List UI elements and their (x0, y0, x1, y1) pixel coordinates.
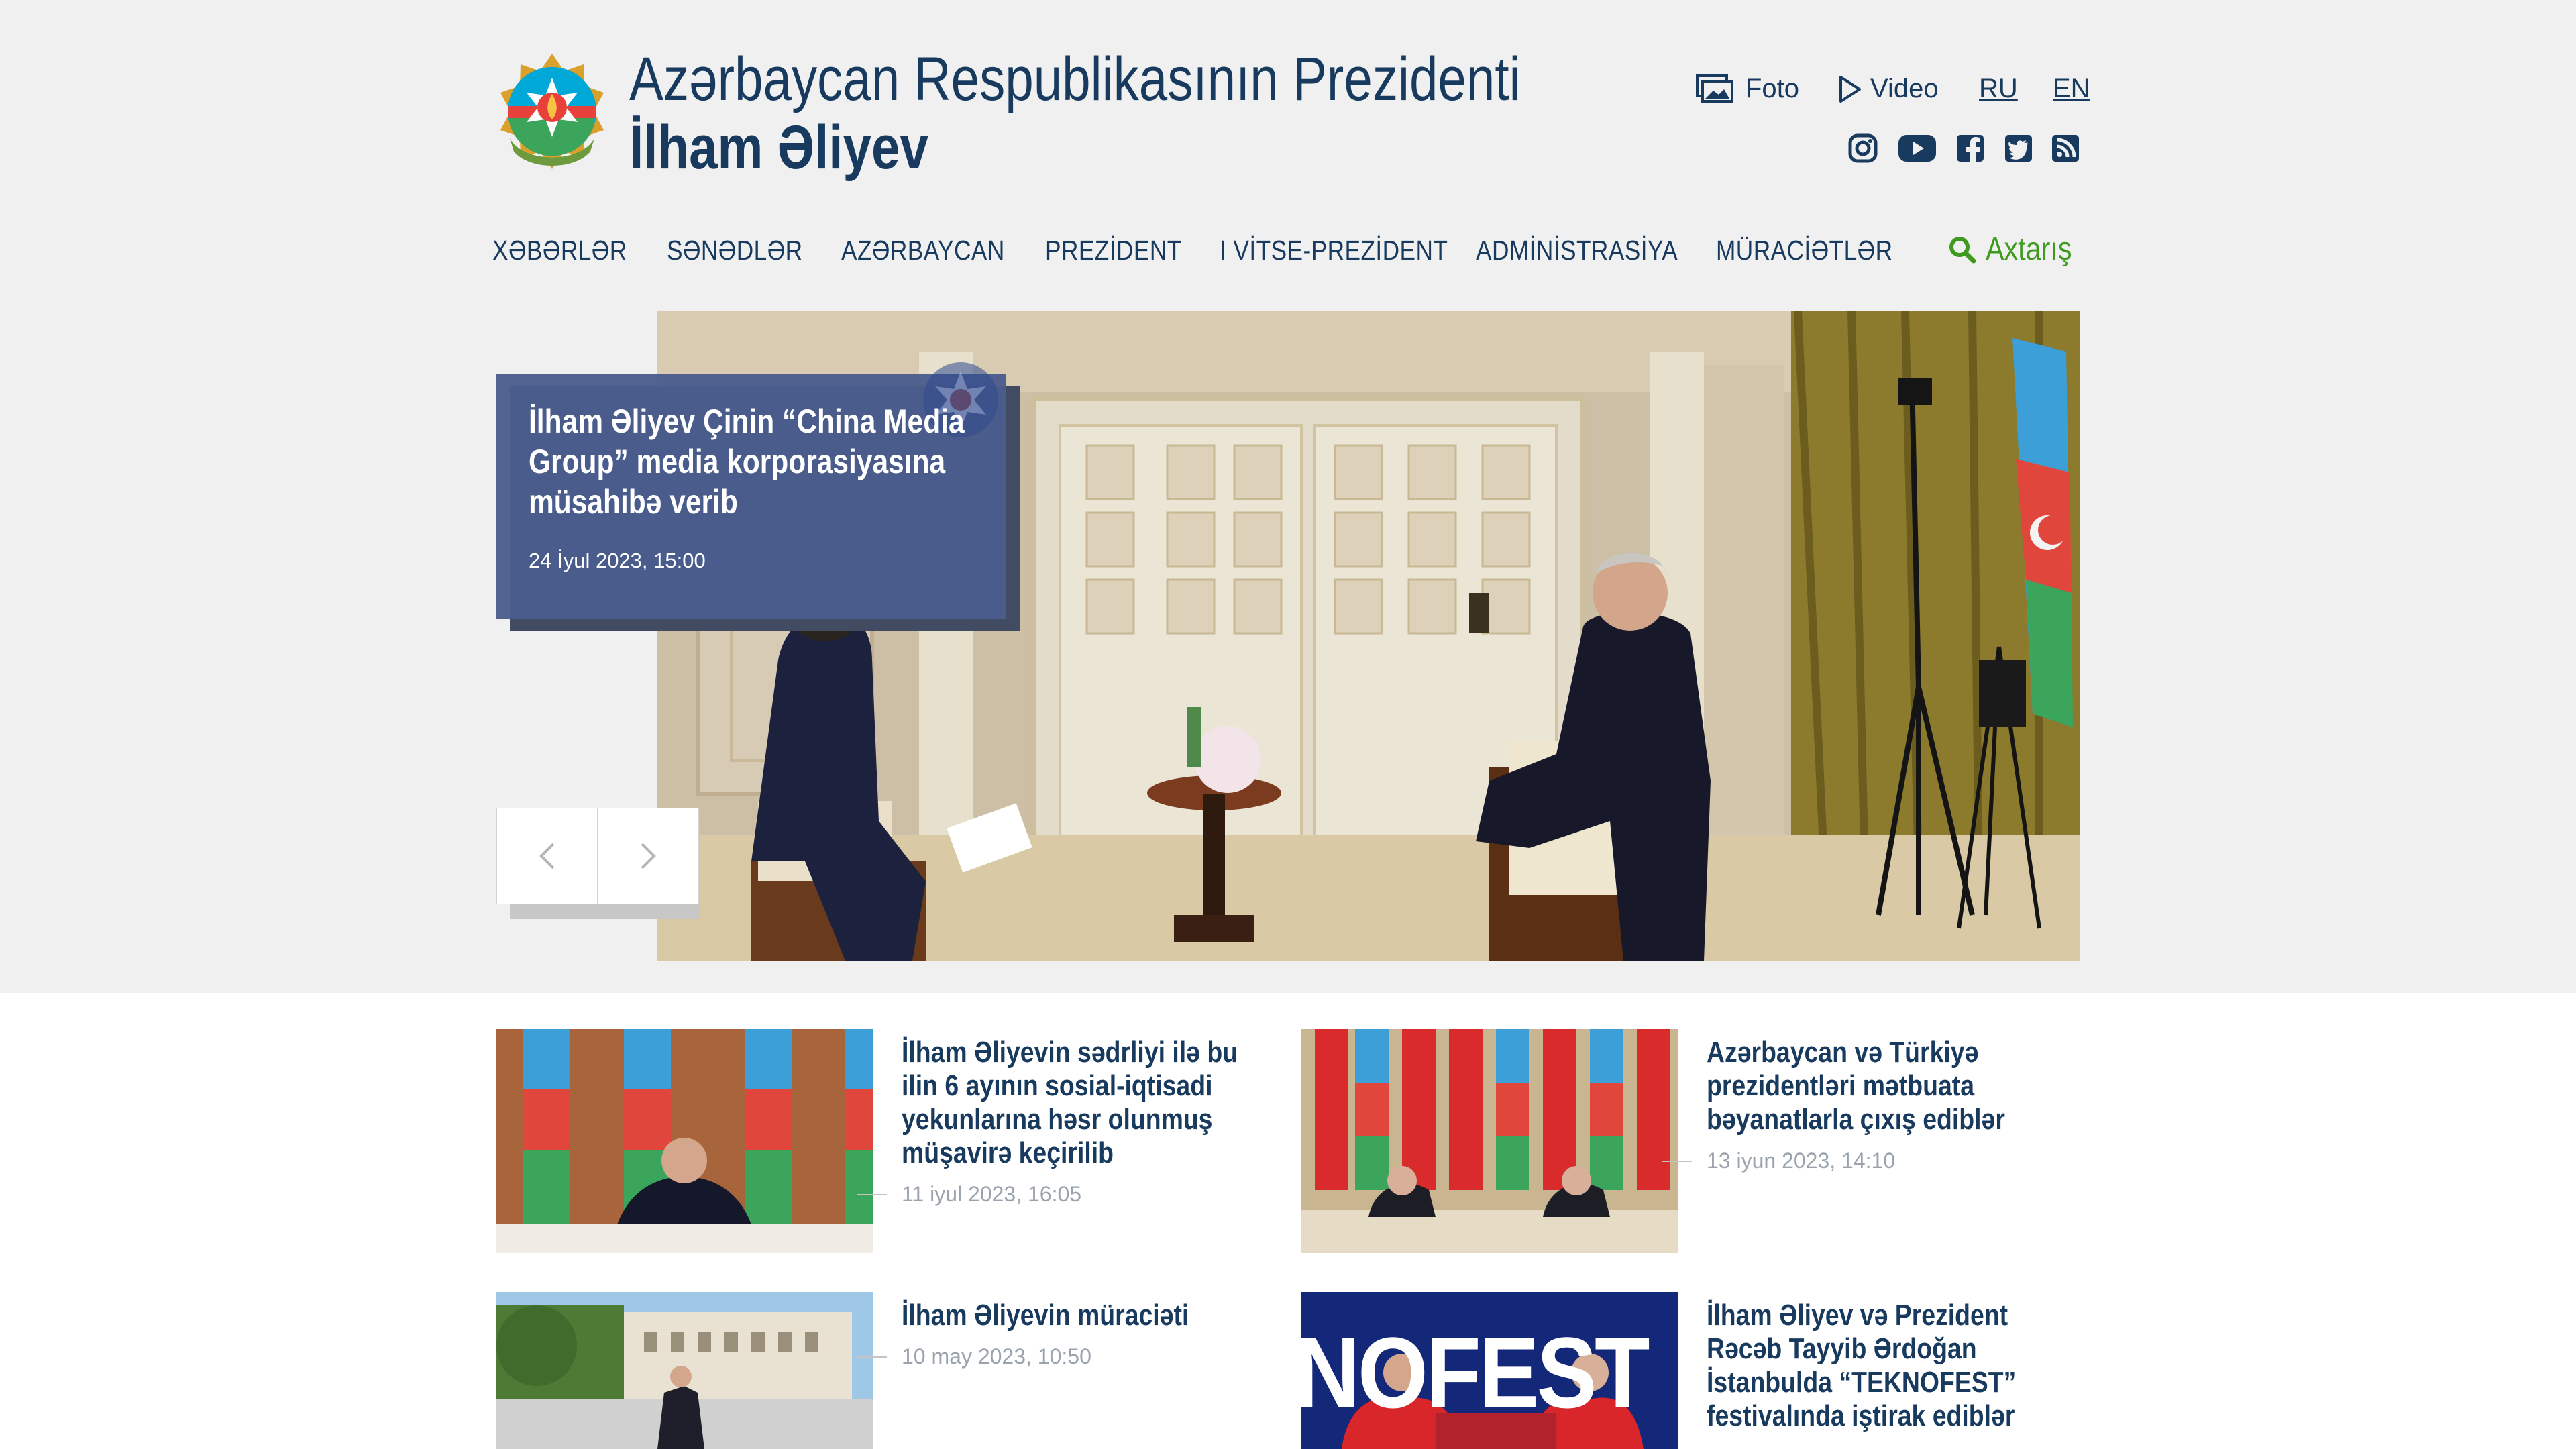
photo-link-label: Foto (1746, 74, 1800, 103)
video-link-label: Video (1870, 74, 1939, 103)
search-label: Axtarış (1986, 231, 2072, 267)
news-date: 13 iyun 2023, 14:10 (1707, 1148, 1896, 1173)
menu-item-president[interactable]: PREZİDENT (1045, 235, 1182, 266)
site-title[interactable]: Azərbaycan Respublikasının Prezidenti (629, 44, 1521, 115)
menu-item-vice-president[interactable]: I VİTSE-PREZİDENT (1220, 235, 1448, 266)
news-date: 10 may 2023, 10:50 (902, 1344, 1091, 1368)
thumbnail-logo-text: NOFEST (1301, 1316, 1650, 1429)
chevron-left-icon (537, 841, 557, 871)
menu-item-news[interactable]: XƏBƏRLƏR (492, 235, 627, 266)
news-title[interactable]: İlham Əliyevin sədrliyi ilə bu ilin 6 ay… (902, 1036, 1255, 1170)
news-title[interactable]: Azərbaycan və Türkiyə prezidentləri mətb… (1707, 1036, 2060, 1136)
news-thumbnail[interactable] (1301, 1029, 1678, 1253)
instagram-icon[interactable] (1846, 131, 1880, 165)
youtube-icon[interactable] (1897, 131, 1937, 165)
news-date-dash (857, 1194, 887, 1195)
news-date-dash (1662, 1161, 1692, 1162)
news-thumbnail[interactable] (496, 1292, 873, 1449)
search-button[interactable]: Axtarış (1948, 231, 2086, 268)
menu-item-documents[interactable]: SƏNƏDLƏR (667, 235, 803, 266)
photo-gallery-icon (1696, 74, 1736, 104)
news-thumbnail[interactable]: NOFEST (1301, 1292, 1678, 1449)
slider-next-button[interactable] (597, 808, 699, 904)
news-thumbnail[interactable] (496, 1029, 873, 1253)
hero-date: 24 İyul 2023, 15:00 (529, 549, 706, 572)
news-date: 11 iyul 2023, 16:05 (902, 1182, 1082, 1206)
twitter-icon[interactable] (2002, 131, 2035, 165)
language-en-link[interactable]: EN (2053, 74, 2090, 104)
news-date-dash (857, 1356, 887, 1358)
news-section (0, 993, 2576, 1449)
play-icon (1838, 74, 1862, 104)
chevron-right-icon (638, 841, 658, 871)
state-emblem-logo[interactable] (496, 51, 608, 173)
search-icon (1948, 235, 1976, 264)
menu-item-administration[interactable]: ADMİNİSTRASİYA (1476, 235, 1678, 266)
slider-prev-button[interactable] (496, 808, 598, 904)
rss-icon[interactable] (2049, 131, 2082, 165)
hero-headline[interactable]: İlham Əliyev Çinin “China Media Group” m… (529, 401, 991, 522)
facebook-icon[interactable] (1953, 131, 1987, 165)
site-subtitle[interactable]: İlham Əliyev (629, 113, 928, 183)
video-link[interactable]: Video (1838, 74, 1939, 104)
news-title[interactable]: İlham Əliyev və Prezident Rəcəb Tayyib Ə… (1707, 1299, 2060, 1433)
menu-item-appeals[interactable]: MÜRACİƏTLƏR (1716, 235, 1892, 266)
photo-link[interactable]: Foto (1696, 74, 1799, 104)
menu-item-azerbaijan[interactable]: AZƏRBAYCAN (841, 235, 1005, 266)
news-title[interactable]: İlham Əliyevin müraciəti (902, 1299, 1255, 1332)
language-ru-link[interactable]: RU (1979, 74, 2018, 104)
